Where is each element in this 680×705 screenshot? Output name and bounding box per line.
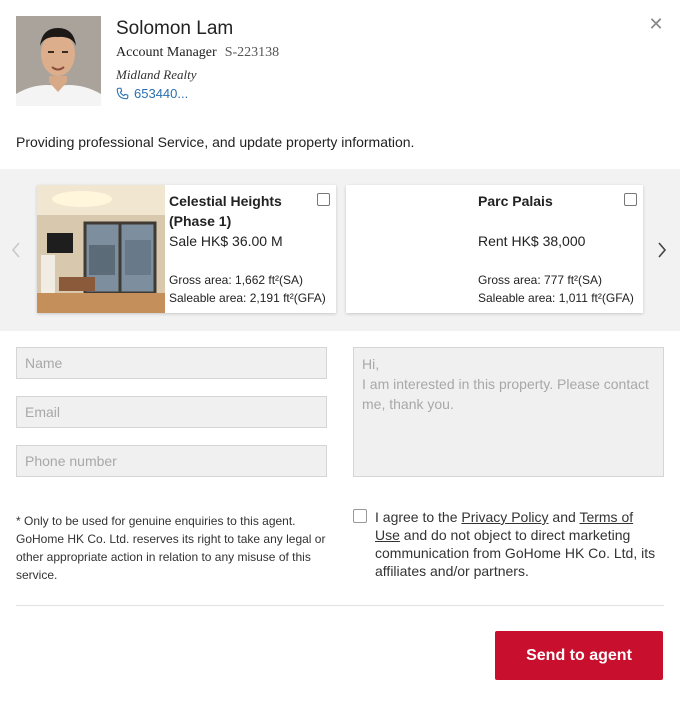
- agent-license-id: S-223138: [224, 45, 280, 60]
- listing-details: Parc Palais Rent HK$ 38,000 Gross area: …: [478, 191, 637, 307]
- listing-select-checkbox[interactable]: [317, 193, 330, 206]
- agent-phone-link[interactable]: 653440...: [116, 86, 188, 101]
- listing-carousel: Celestial Heights (Phase 1) Sale HK$ 36.…: [0, 169, 680, 331]
- listing-saleable-area: Saleable area: 2,191 ft²(GFA): [169, 291, 326, 305]
- message-textarea[interactable]: [353, 347, 664, 477]
- listing-title: Parc Palais: [478, 193, 553, 209]
- chevron-left-icon: [11, 242, 20, 258]
- listing-gross-area: Gross area: 777 ft²(SA): [478, 273, 603, 287]
- carousel-next-button[interactable]: [652, 235, 672, 265]
- listing-area: Gross area: 777 ft²(SA) Saleable area: 1…: [478, 271, 634, 307]
- phone-number-input[interactable]: [16, 445, 327, 477]
- chevron-right-icon: [658, 242, 667, 258]
- listing-select-checkbox[interactable]: [624, 193, 637, 206]
- agent-avatar: [16, 16, 101, 106]
- listing-price: Sale HK$ 36.00 M: [169, 233, 283, 249]
- listing-price: Rent HK$ 38,000: [478, 233, 586, 249]
- listing-details: Celestial Heights (Phase 1) Sale HK$ 36.…: [169, 191, 330, 307]
- disclaimer-text: * Only to be used for genuine enquiries …: [16, 514, 326, 582]
- agent-tagline: Providing professional Service, and upda…: [16, 134, 415, 150]
- agent-role-label: Account Manager: [116, 45, 217, 60]
- listing-card[interactable]: Celestial Heights (Phase 1) Sale HK$ 36.…: [37, 185, 336, 313]
- agent-name: Solomon Lam: [116, 18, 234, 39]
- privacy-policy-link[interactable]: Privacy Policy: [461, 509, 548, 525]
- consent-prefix: I agree to the: [375, 509, 462, 525]
- listing-card[interactable]: Parc Palais Rent HK$ 38,000 Gross area: …: [346, 185, 643, 313]
- consent-checkbox[interactable]: [353, 509, 367, 523]
- send-to-agent-button[interactable]: Send to agent: [495, 631, 663, 680]
- listing-gross-area: Gross area: 1,662 ft²(SA): [169, 273, 304, 287]
- listing-area: Gross area: 1,662 ft²(SA) Saleable area:…: [169, 271, 326, 307]
- email-input[interactable]: [16, 396, 327, 428]
- divider: [16, 605, 664, 606]
- name-input[interactable]: [16, 347, 327, 379]
- phone-icon: [116, 87, 129, 100]
- listing-saleable-area: Saleable area: 1,011 ft²(GFA): [478, 291, 634, 305]
- agent-company: Midland Realty: [116, 67, 197, 82]
- agent-role: Account Manager S-223138: [116, 45, 279, 61]
- consent-text: I agree to the Privacy Policy and Terms …: [375, 508, 660, 580]
- consent-and: and: [548, 509, 580, 525]
- listing-title: Celestial Heights (Phase 1): [169, 193, 282, 229]
- listing-photo: [37, 185, 165, 313]
- carousel-prev-button[interactable]: [6, 235, 26, 265]
- agent-card: Solomon Lam Account Manager S-223138 Midl…: [16, 16, 656, 108]
- consent-suffix: and do not object to direct marketing co…: [375, 527, 656, 579]
- agent-phone-number: 653440...: [134, 86, 189, 101]
